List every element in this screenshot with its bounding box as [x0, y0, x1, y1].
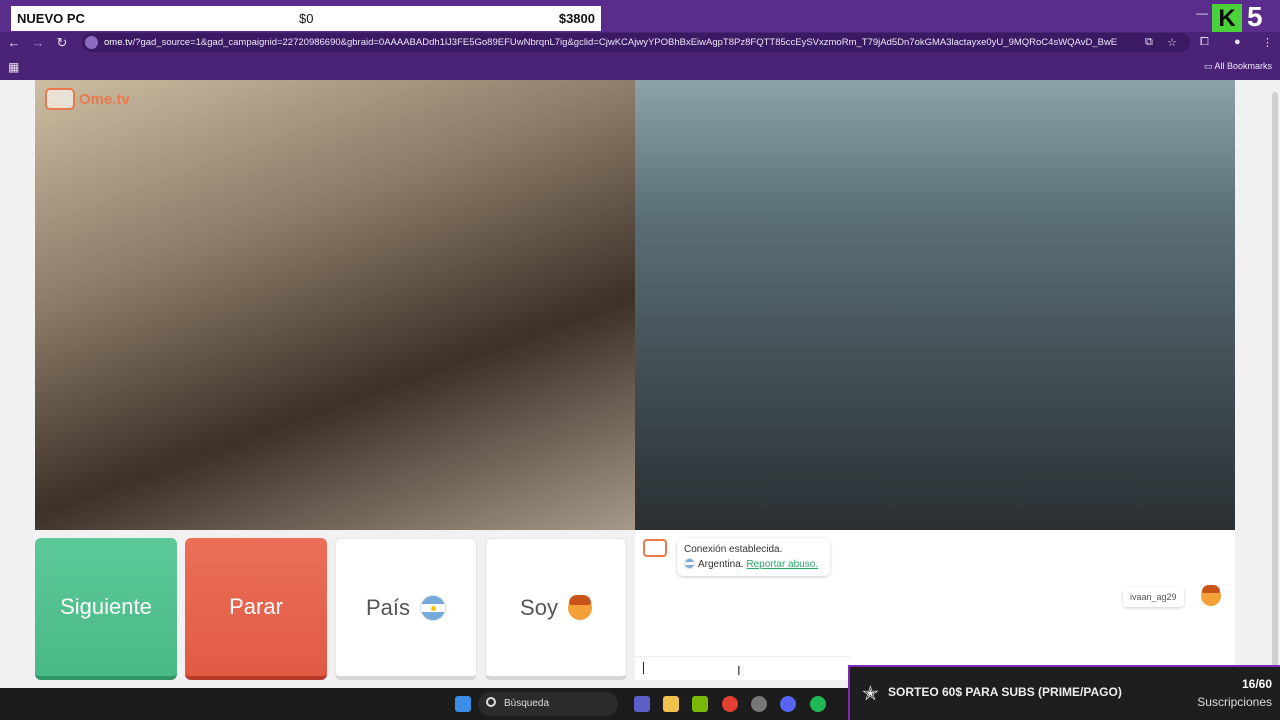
text-caret — [643, 662, 644, 674]
apps-grid-icon[interactable]: ▦ — [8, 60, 19, 74]
spotify-icon[interactable] — [810, 696, 826, 712]
username-tag: ivaan_ag29 — [1123, 587, 1184, 607]
obs-icon[interactable] — [751, 696, 767, 712]
reload-icon[interactable]: ↻ — [54, 35, 70, 51]
site-info-icon[interactable] — [85, 36, 98, 49]
scrollbar[interactable] — [1270, 80, 1280, 688]
chat-input[interactable] — [635, 656, 850, 680]
back-icon[interactable]: ← — [6, 35, 22, 50]
taskbar-search[interactable]: Búsqueda — [478, 692, 618, 716]
goal-label: NUEVO PC — [17, 11, 85, 26]
bookmark-star-icon[interactable]: ☆ — [1167, 36, 1177, 49]
gender-label: Soy — [520, 594, 558, 620]
forward-icon[interactable]: → — [30, 35, 46, 50]
stranger-video — [35, 80, 635, 530]
next-button[interactable]: Siguiente — [35, 538, 177, 680]
chrome-icon[interactable] — [722, 696, 738, 712]
system-message: Conexión establecida. Argentina. Reporta… — [677, 538, 830, 576]
sub-giveaway-banner: ✭ SORTEO 60$ PARA SUBS (PRIME/PAGO) 16/6… — [848, 665, 1280, 720]
kick-number: 5 — [1247, 1, 1263, 32]
bookmarks-bar — [0, 54, 1280, 80]
minimize-icon[interactable]: — — [1196, 6, 1210, 20]
ome-logo-icon — [45, 88, 75, 110]
all-bookmarks-label: All Bookmarks — [1214, 61, 1273, 71]
banner-sub: Suscripciones — [1197, 695, 1272, 709]
nvidia-icon[interactable] — [692, 696, 708, 712]
discord-icon[interactable] — [780, 696, 796, 712]
url-host: ome.tv — [104, 37, 133, 48]
country-button[interactable]: País — [335, 538, 477, 680]
windows-start-icon[interactable] — [455, 696, 471, 712]
search-label: Búsqueda — [504, 698, 550, 709]
report-abuse-link[interactable]: Reportar abuso. — [746, 559, 818, 570]
install-icon[interactable]: ⧉ — [1145, 36, 1153, 49]
country-label: País — [365, 594, 411, 620]
banner-title: SORTEO 60$ PARA SUBS (PRIME/PAGO) — [888, 685, 1122, 699]
star-icon: ✭ — [862, 683, 879, 705]
kick-logo: K — [1212, 4, 1242, 34]
argentina-mini-flag-icon — [684, 558, 695, 569]
file-explorer-icon[interactable] — [663, 696, 679, 712]
goal-current: $0 — [299, 11, 314, 26]
user-avatar-icon — [1201, 585, 1221, 606]
self-video — [635, 80, 1235, 530]
profile-icon[interactable]: ● — [1234, 36, 1241, 48]
all-bookmarks-button[interactable]: ▭ All Bookmarks — [1204, 61, 1272, 72]
ome-logo: Ome.tv — [45, 88, 130, 110]
search-icon — [486, 697, 496, 707]
country-line: Argentina. Reportar abuso. — [684, 557, 823, 572]
stop-button[interactable]: Parar — [185, 538, 327, 680]
next-label: Siguiente — [60, 594, 152, 619]
menu-icon[interactable]: ⋮ — [1262, 36, 1273, 49]
url-path: /?gad_source=1&gad_campaignid=2272098669… — [132, 37, 1118, 48]
boy-face-icon — [567, 594, 592, 620]
ibeam-cursor-icon: I — [737, 663, 741, 678]
connection-status: Conexión establecida. — [684, 544, 783, 555]
ome-logo-text: Ome.tv — [79, 90, 130, 108]
goal-target: $3800 — [558, 11, 595, 26]
donation-goal-overlay: NUEVO PC $0 $3800 — [11, 6, 601, 31]
stop-label: Parar — [229, 594, 283, 619]
url-field[interactable]: ome.tv/?gad_source=1&gad_campaignid=2272… — [82, 33, 1190, 52]
meet-icon[interactable] — [634, 696, 650, 712]
ome-chat-icon — [643, 539, 667, 557]
scrollbar-thumb[interactable] — [1272, 92, 1278, 678]
gender-button[interactable]: Soy — [485, 538, 627, 680]
extensions-icon[interactable]: ⧠ — [1200, 36, 1209, 49]
banner-count: 16/60 — [1241, 677, 1272, 691]
country-name: Argentina. — [698, 559, 744, 570]
argentina-flag-icon — [420, 594, 447, 621]
